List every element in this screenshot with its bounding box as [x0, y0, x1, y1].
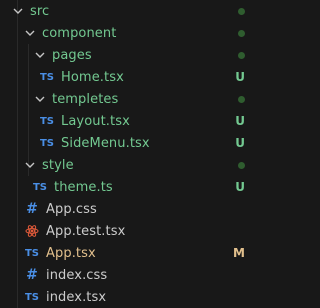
folder-label: templetes: [52, 91, 119, 107]
test-react-icon: [24, 223, 40, 239]
file-label: index.css: [46, 267, 108, 283]
git-status-dot: [238, 154, 245, 176]
folder-style[interactable]: style: [0, 154, 259, 176]
git-status-badge: U: [235, 114, 245, 128]
typescript-icon: TS: [39, 137, 55, 149]
file-label: App.test.tsx: [46, 223, 126, 239]
folder-src[interactable]: src: [0, 0, 259, 22]
file-home-tsx[interactable]: TS Home.tsx U: [0, 66, 259, 88]
folder-component[interactable]: component: [0, 22, 259, 44]
file-layout-tsx[interactable]: TS Layout.tsx U: [0, 110, 259, 132]
chevron-down-icon: [32, 91, 48, 107]
typescript-icon: TS: [32, 181, 48, 193]
folder-label: src: [30, 3, 50, 19]
chevron-down-icon: [10, 3, 26, 19]
git-status-badge: U: [235, 180, 245, 194]
chevron-down-icon: [22, 157, 38, 173]
file-explorer-tree: src component pages TS Home.tsx U temple…: [0, 0, 259, 308]
folder-pages[interactable]: pages: [0, 44, 259, 66]
file-sidemenu-tsx[interactable]: TS SideMenu.tsx U: [0, 132, 259, 154]
folder-templetes[interactable]: templetes: [0, 88, 259, 110]
file-app-test-tsx[interactable]: App.test.tsx: [0, 220, 259, 242]
typescript-icon: TS: [39, 115, 55, 127]
typescript-icon: TS: [24, 291, 40, 303]
chevron-down-icon: [32, 47, 48, 63]
file-label: index.tsx: [46, 289, 107, 305]
folder-label: component: [42, 25, 117, 41]
typescript-icon: TS: [24, 247, 40, 259]
file-label: SideMenu.tsx: [61, 135, 150, 151]
chevron-down-icon: [22, 25, 38, 41]
git-status-badge: U: [235, 136, 245, 150]
git-status-badge: M: [233, 246, 245, 260]
file-index-css[interactable]: # index.css: [0, 264, 259, 286]
git-status-dot: [238, 44, 245, 66]
git-status-dot: [238, 88, 245, 110]
folder-label: pages: [52, 47, 92, 63]
file-label: App.tsx: [46, 245, 96, 261]
folder-label: style: [42, 157, 74, 173]
file-theme-ts[interactable]: TS theme.ts U: [0, 176, 259, 198]
file-label: theme.ts: [54, 179, 113, 195]
file-label: Layout.tsx: [61, 113, 130, 129]
git-status-dot: [238, 22, 245, 44]
typescript-icon: TS: [39, 71, 55, 83]
git-status-dot: [238, 0, 245, 22]
file-label: App.css: [46, 201, 97, 217]
file-app-tsx[interactable]: TS App.tsx M: [0, 242, 259, 264]
file-label: Home.tsx: [61, 69, 124, 85]
git-status-badge: U: [235, 70, 245, 84]
css-hash-icon: #: [26, 201, 38, 217]
file-app-css[interactable]: # App.css: [0, 198, 259, 220]
file-index-tsx[interactable]: TS index.tsx: [0, 286, 259, 308]
css-hash-icon: #: [26, 267, 38, 283]
